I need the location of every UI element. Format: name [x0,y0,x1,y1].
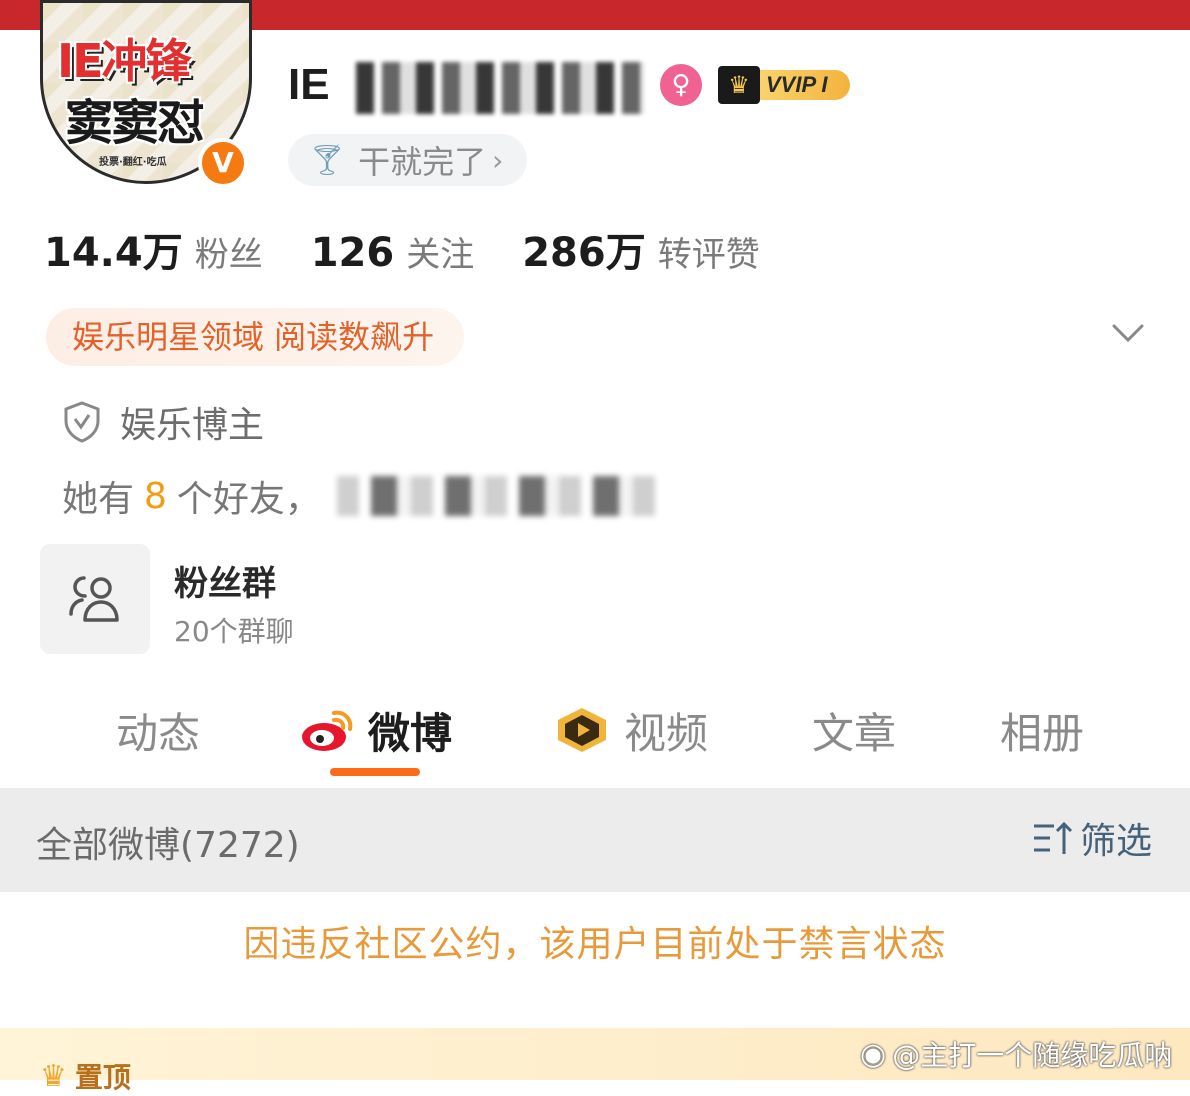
pinned-label-group: ♛ 置顶 [40,1056,131,1096]
filter-button[interactable]: 筛选 [1032,812,1152,864]
weibo-logo-icon: ◉ [860,1036,887,1072]
pinned-label: 置顶 [74,1061,131,1094]
role-label: 娱乐博主 [120,405,265,446]
group-icon [40,544,150,654]
stat-followers[interactable]: 14.4万 粉丝 [44,220,263,278]
active-tab-indicator [330,768,420,776]
vip-label: VVIP I [756,70,850,100]
all-posts-label[interactable]: 全部微博(7272) [36,816,300,868]
friends-redacted [336,476,657,516]
rank-pill[interactable]: 娱乐明星领域 阅读数飙升 [46,308,465,366]
cocktail-icon: 🍸︎ [308,142,347,178]
friends-count: 8 [144,475,167,517]
stat-value: 14.4万 [44,230,183,276]
chevron-down-icon[interactable] [1110,314,1146,350]
friends-prefix: 她有 [62,479,135,520]
tab-label: 文章 [812,708,897,758]
stat-value: 286万 [522,230,646,276]
chevron-right-icon: › [492,143,504,177]
watermark-text: @主打一个随缘吃瓜呐 [892,1039,1173,1072]
profile-tabs: 动态 微博 视频 文章 相册 [0,690,1190,786]
ban-notice: 因违反社区公约，该用户目前处于禁言状态 [0,892,1190,998]
tab-label: 动态 [116,708,201,758]
fan-group-card[interactable]: 粉丝群 20个群聊 [40,544,460,654]
username: IE [288,60,330,109]
tab-dynamic[interactable]: 动态 [116,690,200,770]
stat-value: 126 [310,230,395,276]
filter-icon [1034,821,1073,854]
tab-label: 微博 [368,708,453,758]
friends-suffix: 个好友， [176,479,321,520]
video-badge-icon [558,708,606,752]
fan-group-title: 粉丝群 [174,564,276,604]
tab-label: 相册 [1000,708,1085,758]
female-icon: ♀ [660,64,702,106]
crown-icon: ♛ [718,66,760,104]
signature-pill[interactable]: 🍸︎ 干就完了 › [288,134,528,186]
fan-group-subtitle: 20个群聊 [174,615,294,648]
tab-label: 视频 [624,708,709,758]
signature-text: 干就完了 [358,143,487,181]
stat-label: 粉丝 [194,235,263,275]
filter-bar: 全部微博(7272) 筛选 [0,788,1190,892]
stats-row: 14.4万 粉丝 126 关注 286万 转评赞 [44,220,808,278]
vip-badge[interactable]: VVIP I ♛ [718,66,860,104]
stat-label: 转评赞 [657,235,760,275]
avatar-small-text: 投票·翻红·吃瓜 [99,157,167,168]
weibo-icon [302,710,353,751]
tab-weibo[interactable]: 微博 [300,690,452,770]
friends-row[interactable]: 她有 8 个好友， [62,470,657,522]
tab-video[interactable]: 视频 [554,690,708,770]
avatar-text-line2: 窦窦怼 [65,95,205,151]
role-row: 娱乐博主 [62,396,264,448]
stat-engagement[interactable]: 286万 转评赞 [522,220,760,278]
crown-icon: ♛ [40,1058,67,1094]
avatar-text-line1: IE冲锋 [57,34,192,88]
watermark: ◉ @主打一个随缘吃瓜呐 [860,1034,1172,1074]
filter-label: 筛选 [1080,821,1153,862]
username-redacted [356,62,644,114]
stat-following[interactable]: 126 关注 [311,227,475,276]
tab-albums[interactable]: 相册 [1000,690,1084,770]
shield-icon [64,401,100,443]
tab-articles[interactable]: 文章 [812,690,896,770]
verified-badge-icon: V [198,138,248,188]
stat-label: 关注 [406,235,475,275]
